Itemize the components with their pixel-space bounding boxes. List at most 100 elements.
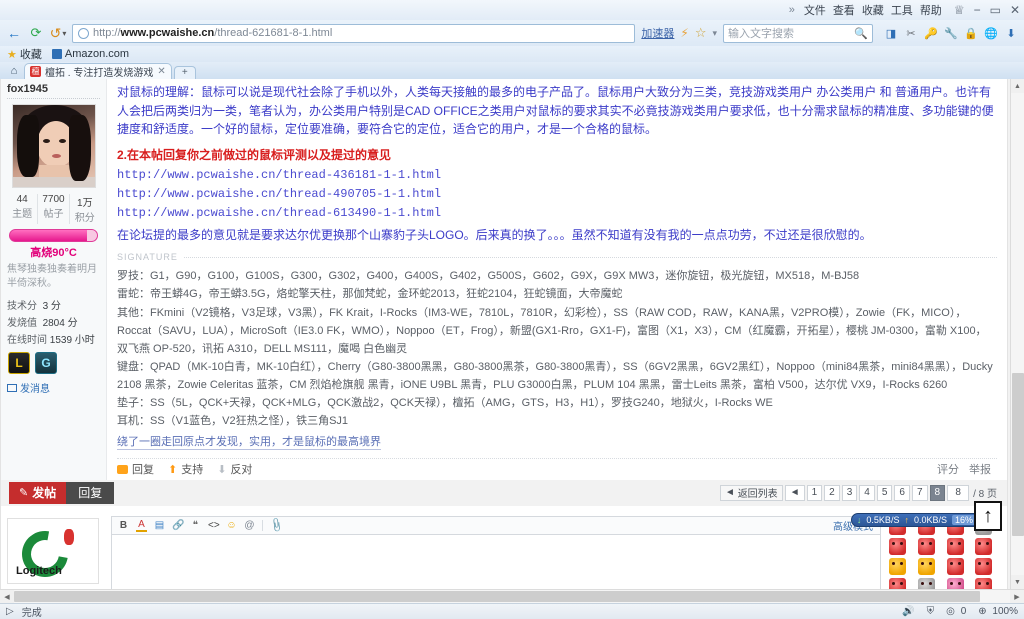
page-5[interactable]: 5 <box>876 484 893 501</box>
at-icon[interactable]: @ <box>244 520 255 531</box>
emoji-5[interactable] <box>889 537 906 555</box>
vertical-scroll-thumb[interactable] <box>1011 372 1024 537</box>
post-link-2[interactable]: http://www.pcwaishe.cn/thread-490705-1-1… <box>117 185 997 204</box>
emoji-6[interactable] <box>917 537 935 555</box>
avatar[interactable] <box>11 104 96 188</box>
page-2[interactable]: 2 <box>824 484 840 501</box>
maximize-button[interactable]: ▭ <box>990 3 1001 17</box>
lock-icon[interactable]: 🔒 <box>964 26 978 40</box>
home-icon[interactable]: ⌂ <box>6 65 22 77</box>
globe-icon[interactable]: 🌐 <box>984 26 998 40</box>
vertical-scrollbar[interactable]: ▲ ▼ <box>1010 79 1024 589</box>
page-prev-button[interactable]: ◄ <box>784 484 805 501</box>
translate-icon[interactable]: ◨ <box>884 26 898 40</box>
smiley-icon[interactable]: ☺ <box>226 520 237 531</box>
emoji-10[interactable] <box>917 557 935 575</box>
menu-tools[interactable]: 工具 <box>891 2 913 18</box>
key-icon[interactable]: 🔑 <box>924 26 938 40</box>
back-button[interactable]: ← <box>6 25 22 41</box>
new-post-button[interactable]: ✎ 发帖 <box>9 481 67 504</box>
send-message-button[interactable]: 发消息 <box>7 380 100 395</box>
link-icon[interactable]: 🔗 <box>172 520 184 531</box>
menu-view[interactable]: 查看 <box>833 2 855 18</box>
font-color-icon[interactable]: A <box>136 519 147 532</box>
menu-file[interactable]: 文件 <box>804 2 826 18</box>
author-username[interactable]: fox1945 <box>7 83 100 95</box>
scroll-left-arrow[interactable]: ◀ <box>0 590 14 603</box>
action-oppose[interactable]: ⬇ 反对 <box>217 461 252 477</box>
blocked-count[interactable]: ◎ 0 <box>946 606 966 617</box>
search-box[interactable]: 输入文字搜索 🔍 <box>723 23 873 43</box>
overflow-chevron-icon[interactable]: » <box>789 4 795 16</box>
scroll-up-arrow[interactable]: ▲ <box>1010 79 1024 93</box>
refresh-button[interactable]: ⟳ <box>28 25 44 41</box>
sound-icon[interactable]: 🔊 <box>902 606 914 617</box>
bookmark-favorites[interactable]: ★ 收藏 <box>7 46 42 62</box>
attachment-icon[interactable]: 📎 <box>268 517 285 533</box>
page-jump-input[interactable]: 8 <box>947 484 970 501</box>
browser-tool-icons[interactable]: ◨ ✂ 🔑 🔧 🔒 🌐 ⬇ <box>879 26 1018 40</box>
page-6[interactable]: 6 <box>894 484 910 501</box>
skin-icon[interactable]: ♕ <box>954 3 965 17</box>
new-tab-button[interactable]: + <box>173 66 196 79</box>
post-link-1[interactable]: http://www.pcwaishe.cn/thread-436181-1-1… <box>117 166 997 185</box>
download-icon[interactable]: ⬇ <box>1004 26 1018 40</box>
quote-icon[interactable]: ❝ <box>190 520 201 531</box>
accelerator-link[interactable]: 加速器 <box>641 25 674 41</box>
bookmark-dropdown-icon[interactable]: ▾ <box>712 28 717 39</box>
page-3[interactable]: 3 <box>841 484 858 501</box>
page-current[interactable]: 8 <box>929 484 946 501</box>
reply-textarea[interactable] <box>111 533 881 589</box>
back-to-top-button[interactable]: ↑ <box>974 501 1002 531</box>
tab-active[interactable]: 檀 檀拓 . 专注打造发烧游戏 ✕ <box>24 63 172 79</box>
netspeed-widget[interactable]: ↓ 0.5KB/S ↑ 0.0KB/S 16% <box>850 513 982 527</box>
horizontal-scrollbar[interactable]: ◀ ▶ <box>0 589 1024 603</box>
emoji-8[interactable] <box>975 537 993 555</box>
horizontal-scroll-track[interactable] <box>14 590 1010 603</box>
emoji-12[interactable] <box>975 557 993 575</box>
browser-menubar[interactable]: » 文件 查看 收藏 工具 帮助 <box>789 2 942 18</box>
address-bar[interactable]: http://www.pcwaishe.cn/thread-621681-8-1… <box>72 23 636 43</box>
back-to-list-button[interactable]: ◄ 返回列表 <box>720 484 783 501</box>
lightning-icon[interactable]: ⚡ <box>680 26 688 40</box>
code-icon[interactable]: <> <box>208 520 220 531</box>
image-icon[interactable]: ▤ <box>154 520 165 531</box>
action-reply[interactable]: 回复 <box>117 461 154 477</box>
action-rate[interactable]: 评分 <box>937 461 959 477</box>
emoji-9[interactable] <box>889 557 906 575</box>
search-icon[interactable]: 🔍 <box>854 27 868 40</box>
horizontal-scroll-thumb[interactable] <box>14 591 981 602</box>
action-support[interactable]: ⬆ 支持 <box>168 461 203 477</box>
bookmark-amazon[interactable]: Amazon.com <box>51 48 129 60</box>
close-button[interactable]: ✕ <box>1010 3 1020 17</box>
scissors-icon[interactable]: ✂ <box>904 26 918 40</box>
page-7[interactable]: 7 <box>911 484 928 501</box>
emoji-16[interactable] <box>975 577 993 589</box>
scroll-down-arrow[interactable]: ▼ <box>1010 575 1024 589</box>
editor-toolbar[interactable]: B A ▤ 🔗 ❝ <> ☺ @ 📎 高级模式 <box>111 515 881 534</box>
history-button[interactable]: ↺ ▾ <box>50 25 67 41</box>
reply-tab[interactable]: 回复 <box>66 481 115 504</box>
menu-favorites[interactable]: 收藏 <box>862 2 884 18</box>
emoji-15[interactable] <box>946 577 964 589</box>
window-controls[interactable]: ♕ − ▭ ✕ <box>954 3 1020 17</box>
emoji-13[interactable] <box>889 577 906 589</box>
wrench-icon[interactable]: 🔧 <box>944 26 958 40</box>
page-1[interactable]: 1 <box>806 484 823 501</box>
post-link-3[interactable]: http://www.pcwaishe.cn/thread-613490-1-1… <box>117 204 997 223</box>
tab-close-icon[interactable]: ✕ <box>157 66 165 77</box>
bookmark-star-icon[interactable]: ☆ <box>695 25 707 41</box>
scroll-right-arrow[interactable]: ▶ <box>1010 590 1024 603</box>
page-4[interactable]: 4 <box>859 484 875 501</box>
emoji-14[interactable] <box>917 577 935 589</box>
vertical-scroll-track[interactable] <box>1010 93 1024 575</box>
menu-help[interactable]: 帮助 <box>920 2 942 18</box>
signature-motto-link[interactable]: 绕了一圈走回原点才发现，实用，才是鼠标的最高境界 <box>117 433 381 450</box>
emoji-7[interactable] <box>946 537 964 555</box>
emoji-11[interactable] <box>946 557 964 575</box>
zoom-level[interactable]: ⊕ 100% <box>978 606 1018 617</box>
bold-icon[interactable]: B <box>118 520 129 531</box>
action-report[interactable]: 举报 <box>969 461 991 477</box>
security-icon[interactable]: ⛨ <box>927 606 935 617</box>
minimize-button[interactable]: − <box>974 3 981 17</box>
